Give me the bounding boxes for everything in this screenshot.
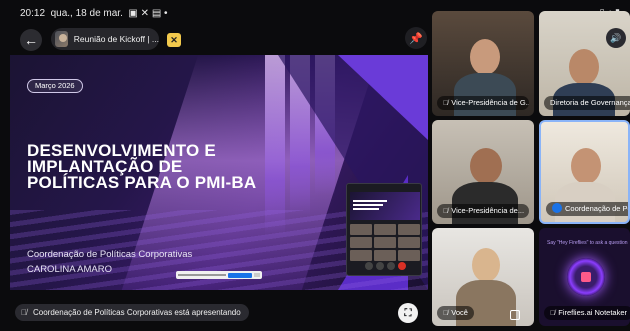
speaking-indicator-icon bbox=[552, 203, 562, 213]
audio-off-icon[interactable]: ✕ bbox=[167, 33, 181, 47]
participant-video bbox=[470, 39, 500, 75]
presenter-screen-thumbnail bbox=[346, 183, 422, 276]
slide-subtitle: Coordenação de Políticas Corporativas bbox=[27, 249, 193, 260]
slide-title-line: POLÍTICAS PARA O PMI-BA bbox=[27, 173, 257, 192]
meet-screen: 20:12 qua., 18 de mar. ▣ ✕ ▤ • ▯ ◔ ▮ ← R… bbox=[0, 0, 630, 331]
status-time: 20:12 bbox=[20, 8, 46, 19]
participant-name: Coordenação de Po... bbox=[546, 202, 628, 216]
volume-icon: 🔊 bbox=[610, 32, 622, 43]
thumbnail-controls bbox=[357, 262, 413, 270]
participant-tile[interactable]: 🎙̸ Vice-Presidência de G... bbox=[432, 11, 534, 116]
presenting-banner: 🎙̸ Coordenação de Políticas Corporativas… bbox=[15, 304, 249, 321]
mic-off-icon: 🎙̸ bbox=[21, 308, 27, 317]
mic-off-icon: 🎙̸ bbox=[443, 100, 449, 107]
thumbnail-slide bbox=[350, 192, 420, 220]
pin-button[interactable]: 📌 bbox=[405, 27, 427, 49]
status-date: qua., 18 de mar. bbox=[50, 8, 123, 19]
participant-name: Diretoria de Governança bbox=[544, 96, 630, 110]
fireflies-hint: Say "Hey Fireflies" to ask a question bbox=[547, 240, 628, 246]
meeting-avatar bbox=[55, 31, 68, 47]
slide-presenter-name: CAROLINA AMARO bbox=[27, 264, 112, 275]
participant-tile-active-speaker[interactable]: Coordenação de Po... bbox=[539, 120, 630, 224]
slide-title: DESENVOLVIMENTO E IMPLANTAÇÃO DE POLÍTIC… bbox=[27, 142, 257, 192]
speaker-volume-button[interactable]: 🔊 bbox=[606, 28, 626, 48]
participant-tile[interactable]: 🎙̸ Vice-Presidência de... bbox=[432, 120, 534, 224]
fullscreen-icon: ⛶ bbox=[404, 307, 412, 319]
notification-icons: ▣ ✕ ▤ • bbox=[125, 8, 168, 19]
participant-name: 🎙̸ Fireflies.ai Notetaker bbox=[544, 306, 630, 320]
meeting-title: Reunião de Kickoff | ... bbox=[73, 34, 159, 44]
back-button[interactable]: ← bbox=[20, 29, 42, 51]
thumbnail-grid bbox=[350, 224, 420, 261]
slide-decoration-triangle bbox=[338, 55, 428, 140]
mic-off-icon: 🎙̸ bbox=[443, 310, 449, 317]
participant-name: 🎙̸ Vice-Presidência de G... bbox=[437, 96, 529, 110]
back-arrow-icon: ← bbox=[24, 32, 38, 48]
pin-icon: 📌 bbox=[409, 32, 423, 45]
slide-date-pill: Março 2026 bbox=[27, 79, 83, 93]
participant-video bbox=[470, 148, 502, 184]
status-bar: 20:12 qua., 18 de mar. ▣ ✕ ▤ • bbox=[20, 8, 168, 19]
mic-off-icon: 🎙̸ bbox=[550, 310, 556, 317]
meeting-chip[interactable]: Reunião de Kickoff | ... bbox=[51, 28, 159, 50]
participant-video bbox=[571, 148, 601, 184]
participant-tile-bot[interactable]: Say "Hey Fireflies" to ask a question 🎙̸… bbox=[539, 228, 630, 326]
participant-name: 🎙̸ Vice-Presidência de... bbox=[437, 204, 529, 218]
participant-video bbox=[569, 49, 599, 85]
participant-name: 🎙̸ Você bbox=[437, 306, 474, 320]
screen-share-notice bbox=[176, 271, 262, 279]
fullscreen-button[interactable]: ⛶ bbox=[398, 303, 418, 323]
participant-tile[interactable]: Diretoria de Governança bbox=[539, 11, 630, 116]
participant-video bbox=[472, 248, 500, 282]
switch-camera-icon[interactable] bbox=[510, 310, 520, 320]
fireflies-logo-icon bbox=[581, 272, 591, 282]
mic-off-icon: 🎙̸ bbox=[443, 208, 449, 215]
presenting-banner-text: Coordenação de Políticas Corporativas es… bbox=[33, 308, 241, 317]
